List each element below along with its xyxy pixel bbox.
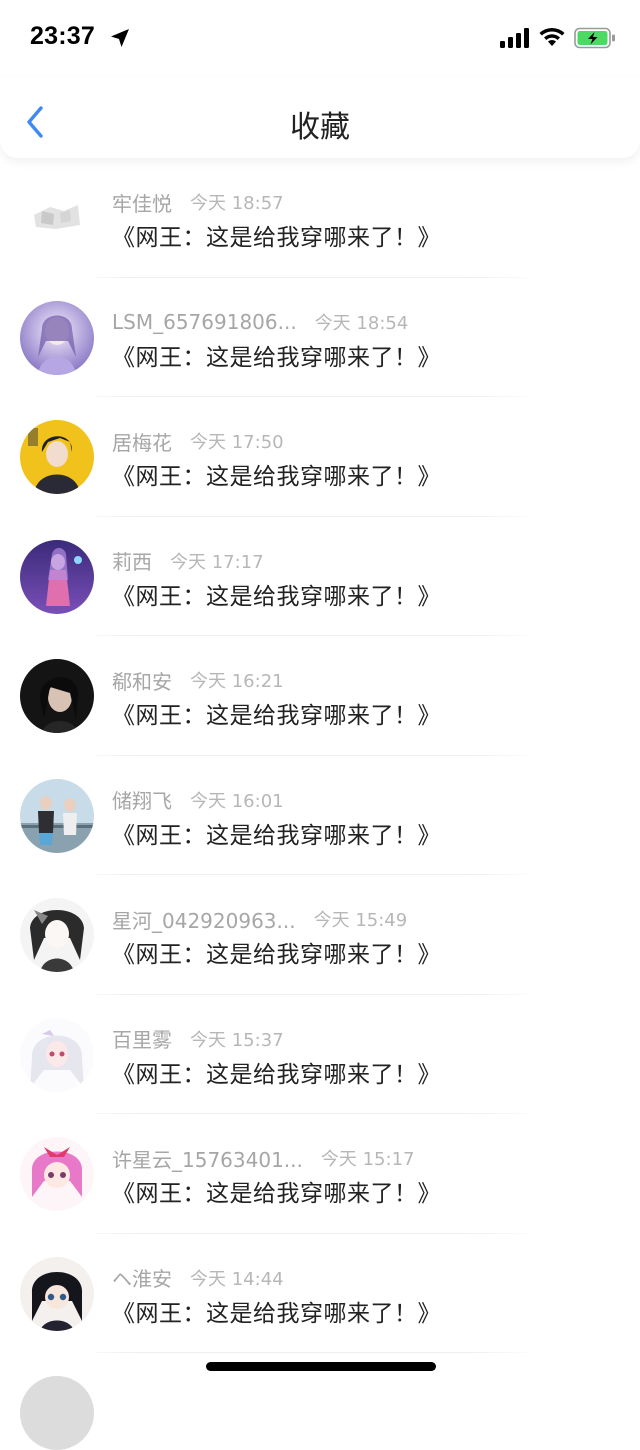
status-time: 23:37 (30, 22, 95, 50)
book-title[interactable]: 《网王：这是给我穿哪来了！》 (112, 218, 441, 252)
book-title[interactable]: 《网王：这是给我穿哪来了！》 (112, 577, 441, 611)
timestamp: 今天 18:54 (314, 312, 409, 334)
anime-boy-yellow-avatar (20, 420, 94, 494)
timestamp: 今天 15:37 (190, 1029, 284, 1051)
anime-pink-hair-girl-avatar (20, 1137, 94, 1211)
timestamp: 今天 15:17 (320, 1149, 415, 1170)
item-meta: 居梅花 今天 17:50 (112, 427, 284, 456)
favorite-list-item[interactable]: 许星云_15763401... 今天 15:17 《网王：这是给我穿哪来了！》 (0, 1114, 640, 1234)
favorite-list-item[interactable]: 储翔飞 今天 16:01 《网王：这是给我穿哪来了！》 (0, 756, 640, 875)
username[interactable]: 莉西 (112, 546, 152, 575)
location-arrow-icon (111, 29, 129, 47)
book-title[interactable]: 《网王：这是给我穿哪来了！》 (112, 457, 441, 491)
book-title[interactable]: 《网王：这是给我穿哪来了！》 (112, 696, 441, 730)
favorite-list-item[interactable]: 郗和安 今天 16:21 《网王：这是给我穿哪来了！》 (0, 636, 640, 756)
username[interactable]: LSM_657691806... (112, 310, 297, 334)
username[interactable]: 牢佳悦 (112, 188, 172, 217)
username[interactable]: 星河_042920963... (112, 905, 296, 934)
avatar[interactable] (20, 778, 94, 853)
item-meta: ヘ淮安 今天 14:44 (112, 1265, 284, 1291)
username[interactable]: ヘ淮安 (112, 1263, 172, 1292)
book-title[interactable]: 《网王：这是给我穿哪来了！》 (112, 1174, 441, 1208)
favorite-list-item[interactable]: 莉西 今天 17:17 《网王：这是给我穿哪来了！》 (0, 517, 640, 636)
timestamp: 今天 16:21 (190, 671, 284, 692)
two-people-photo-avatar (20, 778, 94, 853)
item-meta: 储翔飞 今天 16:01 (112, 787, 284, 813)
username[interactable]: 居梅花 (112, 427, 172, 456)
username[interactable]: 储翔飞 (112, 785, 172, 814)
username[interactable]: 郗和安 (112, 666, 172, 695)
avatar[interactable] (20, 181, 94, 255)
nav-header: 收藏 (0, 78, 640, 158)
battery-charging-icon (574, 27, 615, 49)
timestamp: 今天 18:57 (190, 193, 284, 214)
anime-white-hair-girl-avatar (20, 1017, 94, 1092)
placeholder-avatar (20, 181, 94, 255)
timestamp: 今天 15:49 (313, 910, 408, 931)
divider (96, 1352, 530, 1353)
item-meta: 许星云_15763401... 今天 15:17 (112, 1144, 415, 1173)
item-meta: 百里雾 今天 15:37 (112, 1026, 284, 1052)
page-title: 收藏 (290, 110, 350, 145)
book-title[interactable]: 《网王：这是给我穿哪来了！》 (112, 816, 441, 850)
favorite-list-item[interactable]: 牢佳悦 今天 18:57 《网王：这是给我穿哪来了！》 (0, 158, 640, 278)
item-meta: 莉西 今天 17:17 (112, 548, 264, 574)
cellular-signal-icon (500, 28, 529, 48)
avatar[interactable] (20, 898, 94, 972)
anime-dark-hair-boy-avatar (20, 1256, 94, 1331)
anime-monochrome-avatar (20, 898, 94, 972)
item-meta: 星河_042920963... 今天 15:49 (112, 905, 408, 934)
favorite-list-item[interactable]: LSM_657691806... 今天 18:54 《网王：这是给我穿哪来了！》 (0, 278, 640, 397)
timestamp: 今天 17:17 (170, 551, 264, 573)
favorite-list-item[interactable]: ヘ淮安 今天 14:44 《网王：这是给我穿哪来了！》 (0, 1234, 640, 1353)
wifi-icon (539, 27, 565, 46)
dark-hair-man-avatar (20, 659, 94, 733)
anime-girl-purple-avatar (20, 300, 94, 375)
partial-avatar (20, 1376, 94, 1450)
favorites-list: 牢佳悦 今天 18:57 《网王：这是给我穿哪来了！》 LSM_657691806..… (0, 158, 640, 1353)
book-title[interactable]: 《网王：这是给我穿哪来了！》 (112, 338, 441, 372)
avatar[interactable] (20, 300, 94, 375)
favorite-list-item[interactable]: 星河_042920963... 今天 15:49 《网王：这是给我穿哪来了！》 (0, 875, 640, 995)
status-bar: 23:37 (0, 0, 640, 78)
avatar[interactable] (20, 1256, 94, 1331)
anime-purple-figure-avatar (20, 539, 94, 614)
book-title[interactable]: 《网王：这是给我穿哪来了！》 (112, 935, 441, 969)
avatar[interactable] (20, 420, 94, 494)
book-title[interactable]: 《网王：这是给我穿哪来了！》 (112, 1294, 441, 1328)
item-meta: 郗和安 今天 16:21 (112, 666, 284, 695)
timestamp: 今天 14:44 (190, 1268, 284, 1290)
username[interactable]: 百里雾 (112, 1024, 172, 1053)
avatar[interactable] (20, 1137, 94, 1211)
book-title[interactable]: 《网王：这是给我穿哪来了！》 (112, 1055, 441, 1089)
avatar[interactable] (20, 1017, 94, 1092)
favorite-list-item[interactable]: 居梅花 今天 17:50 《网王：这是给我穿哪来了！》 (0, 397, 640, 517)
timestamp: 今天 17:50 (190, 432, 284, 453)
username[interactable]: 许星云_15763401... (112, 1144, 303, 1173)
favorite-list-item[interactable]: 百里雾 今天 15:37 《网王：这是给我穿哪来了！》 (0, 995, 640, 1114)
avatar[interactable] (20, 539, 94, 614)
home-indicator[interactable] (206, 1362, 436, 1371)
item-meta: 牢佳悦 今天 18:57 (112, 188, 284, 217)
item-meta: LSM_657691806... 今天 18:54 (112, 309, 408, 335)
timestamp: 今天 16:01 (190, 790, 284, 812)
avatar[interactable] (20, 659, 94, 733)
